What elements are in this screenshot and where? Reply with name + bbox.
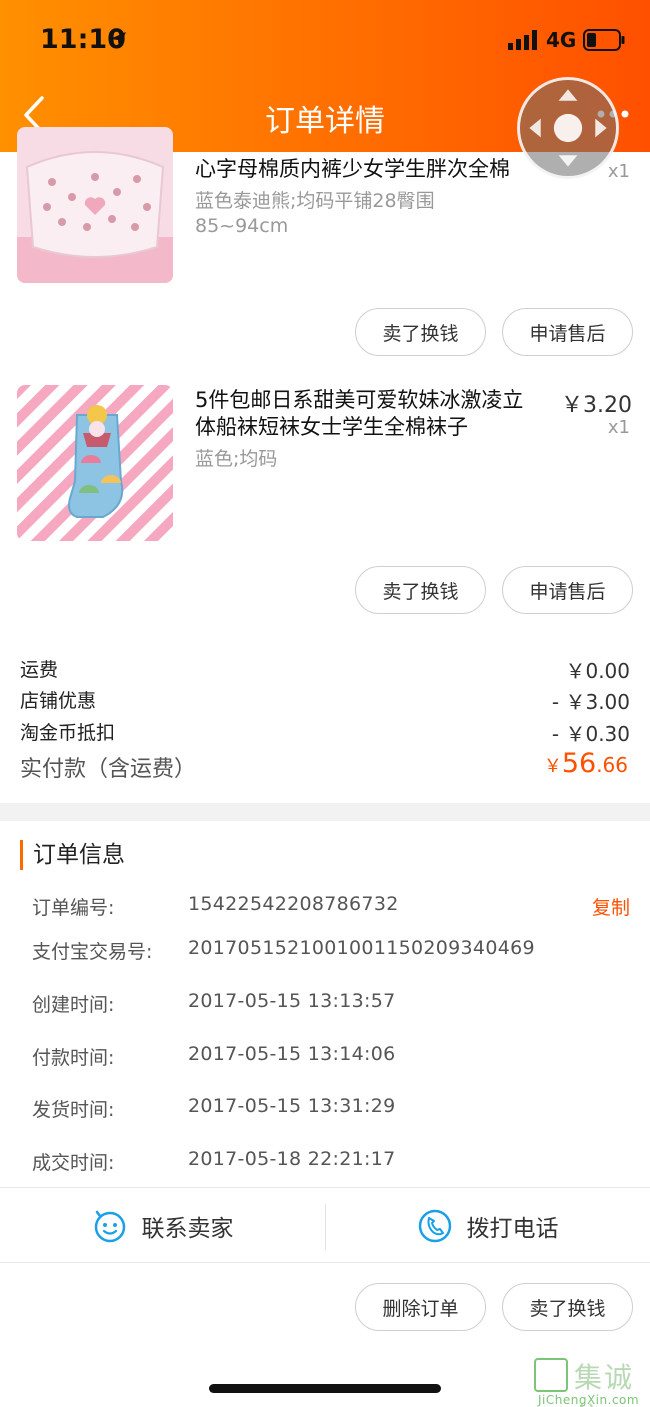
- created-time-value: 2017-05-15 13:13:57: [188, 990, 396, 1012]
- product-spec: 蓝色泰迪熊;均码平铺28臀围85~94cm: [195, 190, 435, 237]
- shipping-fee-value: ￥0.00: [565, 659, 630, 683]
- store-discount-value: - ￥3.00: [551, 690, 630, 714]
- coin-deduction-label: 淘金币抵扣: [20, 722, 116, 744]
- product-item[interactable]: 心字母棉质内裤少女学生胖次全棉 蓝色泰迪熊;均码平铺28臀围85~94cm x1…: [0, 127, 650, 372]
- product-spec: 蓝色;均码: [195, 448, 278, 470]
- sell-for-cash-button[interactable]: 卖了换钱: [355, 566, 486, 614]
- alipay-trade-row: 支付宝交易号: 2017051521001001150209340469: [32, 937, 630, 967]
- paid-time-label: 付款时间:: [32, 1047, 115, 1069]
- product-quantity: x1: [607, 417, 630, 438]
- completed-time-label: 成交时间:: [32, 1152, 115, 1174]
- created-time-label: 创建时间:: [32, 994, 115, 1016]
- product-item[interactable]: 5件包邮日系甜美可爱软妹冰激凌立体船袜短袜女士学生全棉袜子 蓝色;均码 ￥3.2…: [0, 385, 650, 615]
- delete-order-button[interactable]: 删除订单: [355, 1283, 486, 1331]
- section-divider: [0, 803, 650, 821]
- coin-deduction-row: 淘金币抵扣 - ￥0.30: [20, 718, 630, 748]
- chat-smile-icon: [94, 1210, 125, 1243]
- shipping-fee-label: 运费: [20, 659, 59, 681]
- currency-symbol: ￥: [543, 756, 562, 777]
- store-discount-row: 店铺优惠 - ￥3.00: [20, 686, 630, 716]
- coin-deduction-value: - ￥0.30: [551, 722, 630, 746]
- network-label: 4G: [546, 28, 577, 52]
- completed-time-value: 2017-05-18 22:21:17: [188, 1148, 396, 1170]
- product-title[interactable]: 心字母棉质内裤少女学生胖次全棉: [195, 156, 540, 183]
- total-decimal: .66: [596, 753, 628, 777]
- paid-time-value: 2017-05-15 13:14:06: [188, 1043, 396, 1065]
- order-number-label: 订单编号:: [32, 897, 115, 919]
- shipping-fee-row: 运费 ￥0.00: [20, 655, 630, 685]
- sell-for-cash-button[interactable]: 卖了换钱: [355, 308, 486, 356]
- contact-seller-button[interactable]: 联系卖家: [0, 1188, 325, 1264]
- created-time-row: 创建时间: 2017-05-15 13:13:57: [32, 990, 630, 1020]
- order-info-title: 订单信息: [20, 840, 125, 870]
- product-price: ￥3.20: [561, 393, 632, 418]
- total-paid-amount: ￥56.66: [544, 748, 628, 779]
- location-arrow-icon: [110, 32, 126, 48]
- call-phone-label: 拨打电话: [466, 1216, 559, 1242]
- home-indicator[interactable]: [209, 1384, 441, 1393]
- alipay-trade-label: 支付宝交易号:: [32, 941, 153, 963]
- product-quantity: x1: [607, 161, 630, 182]
- call-phone-button[interactable]: 拨打电话: [325, 1188, 650, 1264]
- footer-sell-for-cash-button[interactable]: 卖了换钱: [502, 1283, 633, 1331]
- watermark-mark-icon: [534, 1358, 568, 1392]
- watermark-logo: 集诚信 JiChengXin.com: [534, 1356, 650, 1407]
- product-thumbnail[interactable]: [17, 127, 173, 283]
- total-paid-label: 实付款（含运费）: [20, 757, 197, 782]
- after-sale-button[interactable]: 申请售后: [502, 308, 633, 356]
- order-number-value: 15422542208786732: [188, 893, 399, 915]
- signal-icon: [508, 30, 537, 50]
- contact-bar: 联系卖家 拨打电话: [0, 1187, 650, 1263]
- shipped-time-label: 发货时间:: [32, 1099, 115, 1121]
- battery-icon: [583, 29, 625, 51]
- paid-time-row: 付款时间: 2017-05-15 13:14:06: [32, 1043, 630, 1073]
- product-thumbnail[interactable]: [17, 385, 173, 541]
- order-number-row: 订单编号: 15422542208786732 复制: [32, 893, 630, 923]
- total-integer: 56: [561, 748, 597, 779]
- copy-button[interactable]: 复制: [592, 893, 630, 920]
- after-sale-button[interactable]: 申请售后: [502, 566, 633, 614]
- contact-seller-label: 联系卖家: [141, 1216, 234, 1242]
- phone-icon: [418, 1209, 451, 1243]
- watermark-sub: JiChengXin.com: [538, 1393, 640, 1407]
- store-discount-label: 店铺优惠: [20, 690, 97, 712]
- product-title[interactable]: 5件包邮日系甜美可爱软妹冰激凌立体船袜短袜女士学生全棉袜子: [195, 387, 540, 441]
- alipay-trade-value: 2017051521001001150209340469: [188, 937, 535, 959]
- shipped-time-row: 发货时间: 2017-05-15 13:31:29: [32, 1095, 630, 1125]
- completed-time-row: 成交时间: 2017-05-18 22:21:17: [32, 1148, 630, 1178]
- shipped-time-value: 2017-05-15 13:31:29: [188, 1095, 396, 1117]
